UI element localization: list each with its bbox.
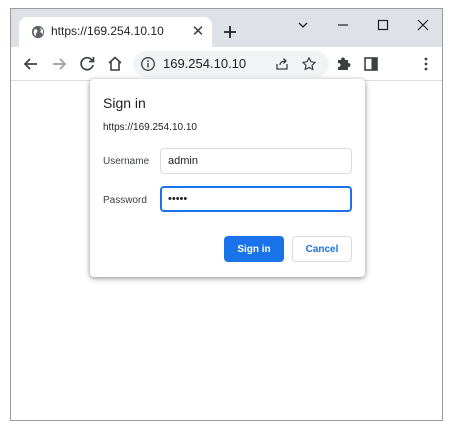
chevron-down-icon[interactable] <box>289 15 317 35</box>
minimize-icon[interactable] <box>329 15 357 35</box>
sign-in-dialog: Sign in https://169.254.10.10 Username P… <box>90 79 365 277</box>
star-icon[interactable] <box>301 56 317 72</box>
password-field[interactable] <box>160 186 352 212</box>
share-icon[interactable] <box>274 56 290 72</box>
password-label: Password <box>103 195 147 206</box>
dialog-origin: https://169.254.10.10 <box>103 122 197 133</box>
forward-arrow-icon[interactable] <box>48 53 70 75</box>
maximize-icon[interactable] <box>369 15 397 35</box>
sign-in-button[interactable]: Sign in <box>224 236 284 262</box>
puzzle-icon[interactable] <box>332 53 354 75</box>
tab-strip: https://169.254.10.10 ✕ <box>11 9 442 47</box>
browser-window: https://169.254.10.10 ✕ 169.254.10.10 Si… <box>10 8 443 421</box>
dialog-title: Sign in <box>103 95 146 111</box>
info-icon[interactable] <box>140 56 156 72</box>
close-icon[interactable] <box>409 15 437 35</box>
address-bar[interactable]: 169.254.10.10 <box>133 51 329 77</box>
home-icon[interactable] <box>104 53 126 75</box>
reload-icon[interactable] <box>76 53 98 75</box>
close-icon[interactable]: ✕ <box>190 24 206 40</box>
toolbar: 169.254.10.10 <box>11 47 442 81</box>
username-label: Username <box>103 156 150 167</box>
username-field[interactable] <box>160 148 352 174</box>
kebab-menu-icon[interactable] <box>415 53 437 75</box>
browser-tab[interactable]: https://169.254.10.10 ✕ <box>19 17 212 47</box>
globe-icon <box>31 25 45 39</box>
address-url[interactable]: 169.254.10.10 <box>163 56 246 71</box>
side-panel-icon[interactable] <box>360 53 382 75</box>
tab-title: https://169.254.10.10 <box>51 24 164 38</box>
back-arrow-icon[interactable] <box>20 53 42 75</box>
plus-icon[interactable] <box>220 22 240 42</box>
cancel-button[interactable]: Cancel <box>292 236 352 262</box>
